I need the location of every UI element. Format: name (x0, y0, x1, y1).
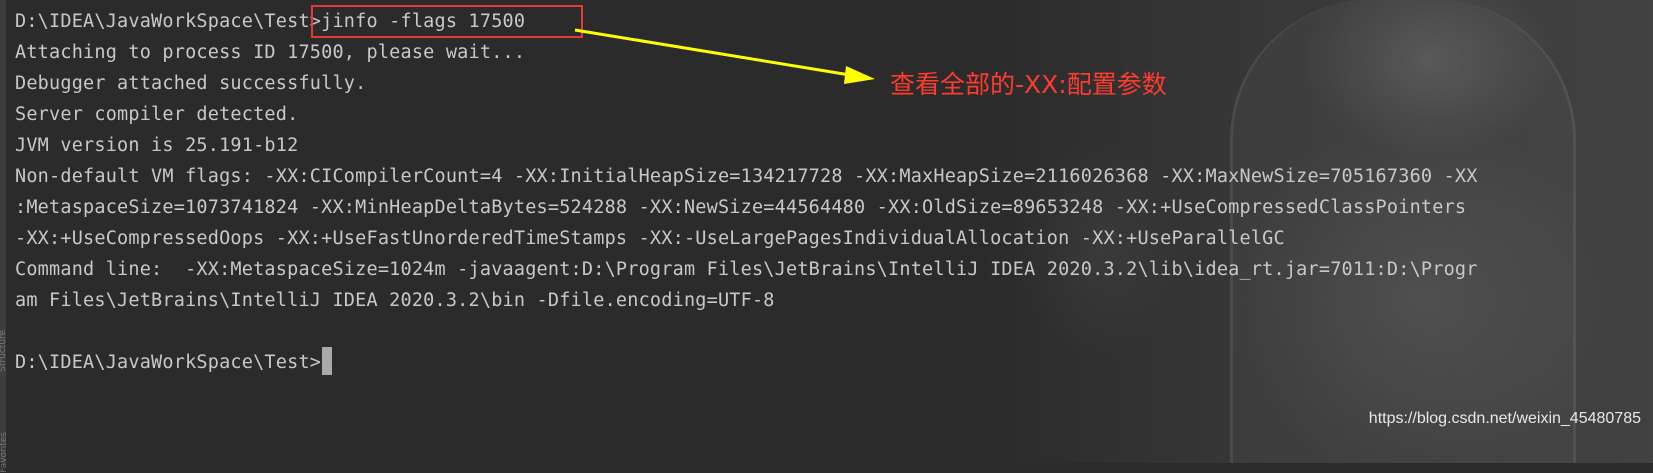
watermark-url: https://blog.csdn.net/weixin_45480785 (1368, 410, 1641, 427)
annotation-label: 查看全部的-XX:配置参数 (890, 70, 1167, 99)
annotation-arrow (574, 28, 875, 84)
